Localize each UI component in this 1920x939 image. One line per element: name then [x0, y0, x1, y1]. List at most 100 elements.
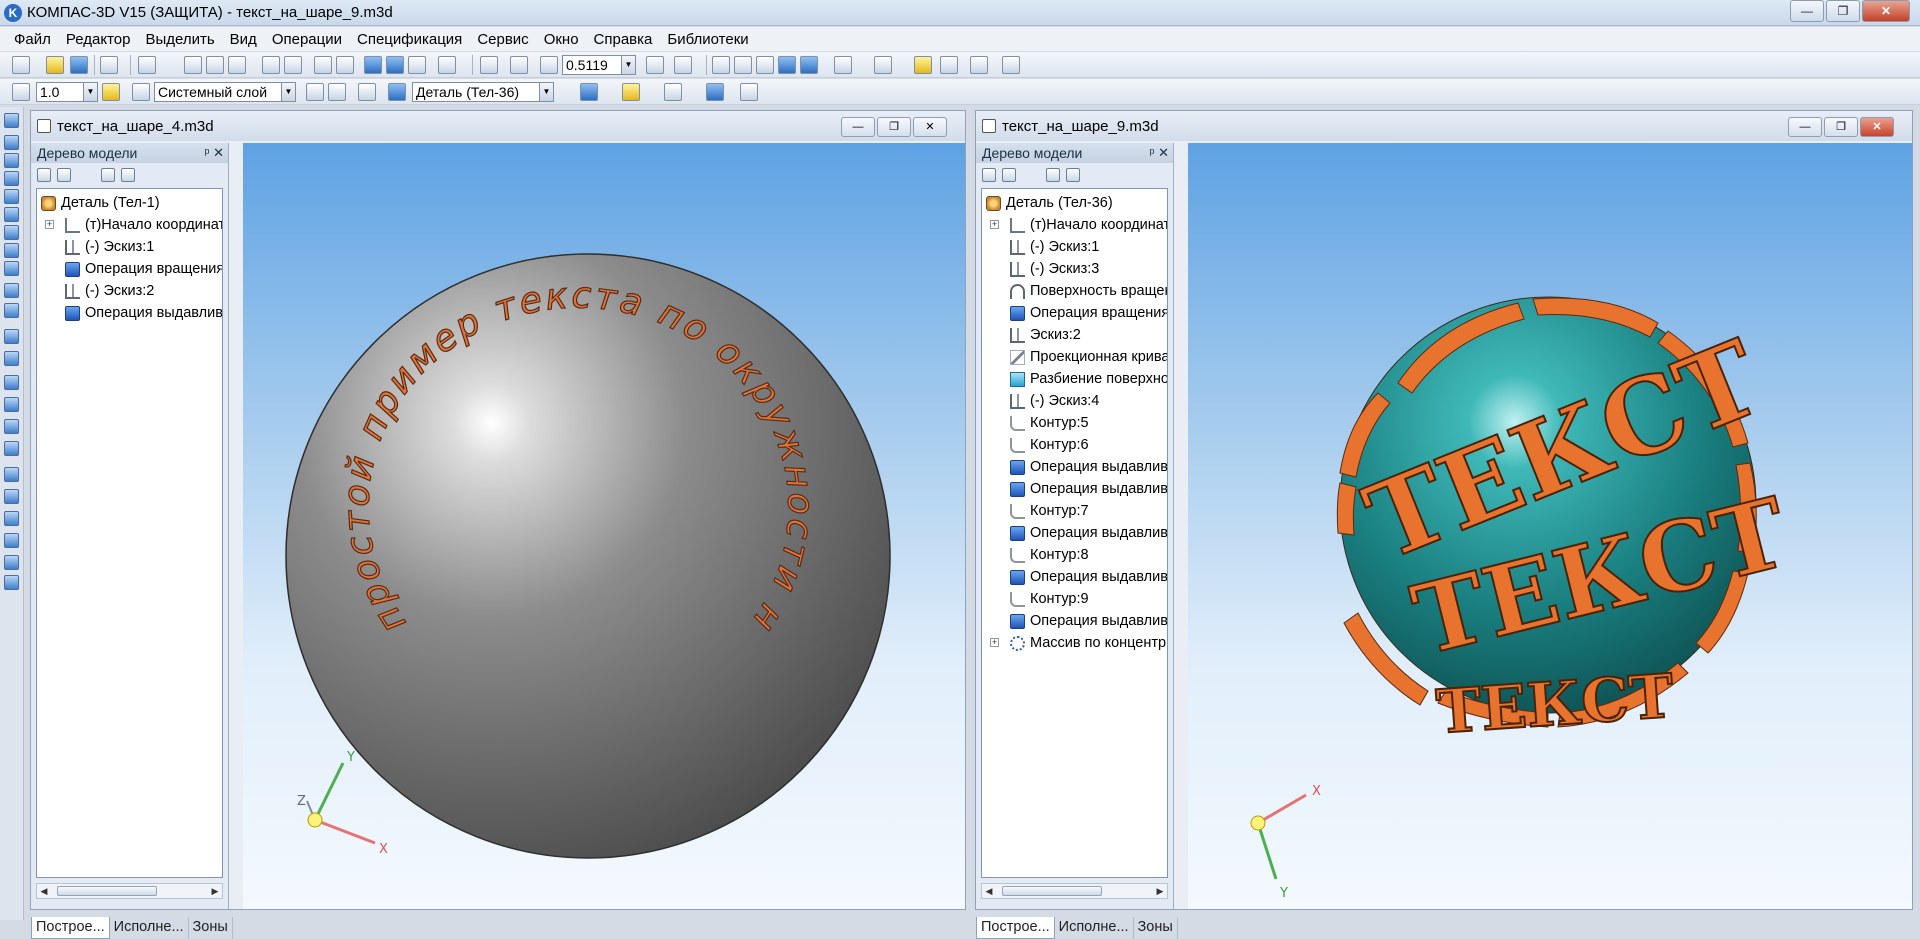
tab-versions[interactable]: Исполне... — [1055, 917, 1134, 939]
menu-help[interactable]: Справка — [594, 31, 653, 48]
layers-icon[interactable] — [132, 83, 150, 101]
snap-icon[interactable] — [102, 83, 120, 101]
arrays-tool-icon[interactable] — [4, 171, 19, 186]
tree-item[interactable]: Операция выдавливания — [982, 610, 1167, 632]
filter-icon[interactable] — [874, 56, 892, 74]
doc-restore-button[interactable]: ❐ — [877, 117, 911, 137]
measure-tool-icon[interactable] — [4, 261, 19, 276]
tree-item[interactable]: (-) Эскиз:1 — [982, 236, 1167, 258]
print-icon[interactable] — [100, 56, 118, 74]
doc-close-button[interactable]: ✕ — [1860, 117, 1894, 137]
tree-item[interactable]: Операция выдавливания — [982, 522, 1167, 544]
tree-item[interactable]: + (т)Начало координат — [37, 214, 222, 236]
tree-item[interactable]: Эскиз:2 — [982, 324, 1167, 346]
tree-item[interactable]: Деталь (Тел-36) — [982, 192, 1167, 214]
tree-item[interactable]: Операция вращения — [982, 302, 1167, 324]
tab-build[interactable]: Построе... — [976, 917, 1055, 939]
hidden-lines-icon[interactable] — [734, 56, 752, 74]
open-file-icon[interactable] — [46, 56, 64, 74]
wireframe-icon[interactable] — [712, 56, 730, 74]
expand-icon[interactable]: + — [990, 638, 999, 647]
step-combo[interactable]: 1.0 ▼ — [36, 82, 98, 102]
tree-view-icon[interactable] — [982, 168, 996, 182]
thin-lines-icon[interactable] — [756, 56, 774, 74]
menu-select[interactable]: Выделить — [145, 31, 214, 48]
sew-tool-icon[interactable] — [4, 511, 19, 526]
scroll-right-icon[interactable]: ▶ — [1153, 884, 1167, 898]
tree-item[interactable]: Контур:5 — [982, 412, 1167, 434]
doc-restore-button[interactable]: ❐ — [1824, 117, 1858, 137]
chevron-down-icon[interactable]: ▼ — [83, 83, 97, 101]
sketch-mode-icon[interactable] — [306, 83, 324, 101]
insert-component-icon[interactable] — [706, 83, 724, 101]
rotate-icon[interactable] — [646, 56, 664, 74]
pin-icon[interactable]: ᵖ — [205, 145, 210, 160]
scrollbar-thumb[interactable] — [57, 886, 157, 896]
scroll-left-icon[interactable]: ◀ — [37, 884, 51, 898]
close-panel-icon[interactable]: ✕ — [213, 145, 224, 160]
scroll-right-icon[interactable]: ▶ — [208, 884, 222, 898]
tree-item[interactable]: (-) Эскиз:2 — [37, 280, 222, 302]
zoom-value-combo[interactable]: 0.5119 ▼ — [562, 55, 636, 75]
tree-item[interactable]: Контур:9 — [982, 588, 1167, 610]
step-icon[interactable] — [12, 83, 30, 101]
plane-icon[interactable] — [664, 83, 682, 101]
tab-versions[interactable]: Исполне... — [110, 917, 189, 939]
copy-icon[interactable] — [206, 56, 224, 74]
expand-icon[interactable]: + — [45, 220, 54, 229]
detail-select-icon[interactable] — [388, 83, 406, 101]
edit-in-place-icon[interactable] — [328, 83, 346, 101]
points-tool-icon[interactable] — [4, 153, 19, 168]
print-preview-icon[interactable] — [138, 56, 156, 74]
angle-tool-icon[interactable] — [4, 207, 19, 222]
detail-combo[interactable]: Деталь (Тел-36) ▼ — [412, 82, 554, 102]
surface-tool-icon[interactable] — [4, 467, 19, 482]
measure-icon[interactable] — [970, 56, 988, 74]
menu-view[interactable]: Вид — [230, 31, 257, 48]
format-painter-icon[interactable] — [262, 56, 280, 74]
save-icon[interactable] — [70, 56, 88, 74]
cut-tool-icon[interactable] — [4, 351, 19, 366]
tree-expand-icon[interactable] — [1046, 168, 1060, 182]
doc-minimize-button[interactable]: — — [1788, 117, 1822, 137]
tree-horizontal-scrollbar[interactable]: ◀ ▶ — [981, 883, 1168, 899]
menu-service[interactable]: Сервис — [477, 31, 528, 48]
tree-item[interactable]: Разбиение поверхности — [982, 368, 1167, 390]
chevron-down-icon[interactable]: ▼ — [539, 83, 553, 101]
curves-tool-icon[interactable] — [4, 135, 19, 150]
mirror-tool-icon[interactable] — [4, 441, 19, 456]
patch-tool-icon[interactable] — [4, 489, 19, 504]
text-style-icon[interactable] — [740, 83, 758, 101]
shaded-edges-icon[interactable] — [800, 56, 818, 74]
library-icon[interactable] — [386, 56, 404, 74]
undo-icon[interactable] — [314, 56, 332, 74]
tree-item[interactable]: Контур:8 — [982, 544, 1167, 566]
expand-icon[interactable]: + — [990, 220, 999, 229]
properties-icon[interactable] — [284, 56, 302, 74]
zoom-fit-icon[interactable] — [510, 56, 528, 74]
menu-editor[interactable]: Редактор — [66, 31, 131, 48]
new-file-icon[interactable] — [12, 56, 30, 74]
redo-icon[interactable] — [336, 56, 354, 74]
viewport-3d-left[interactable]: простой пример текста по окружности на ш… — [243, 143, 965, 909]
tree-item[interactable]: Проекционная кривая — [982, 346, 1167, 368]
tree-item[interactable]: Операция вращения — [37, 258, 222, 280]
cut-icon[interactable] — [184, 56, 202, 74]
extrude-tool-icon[interactable] — [4, 283, 19, 298]
tree-item[interactable]: Операция выдавливания — [982, 478, 1167, 500]
flag-tool-icon[interactable] — [4, 225, 19, 240]
tab-zones[interactable]: Зоны — [189, 917, 233, 939]
revolve-tool-icon[interactable] — [4, 303, 19, 318]
orientation-icon[interactable] — [674, 56, 692, 74]
menu-libraries[interactable]: Библиотеки — [667, 31, 748, 48]
tree-item[interactable]: Контур:6 — [982, 434, 1167, 456]
scrollbar-thumb[interactable] — [1002, 886, 1102, 896]
surface-filter-icon[interactable] — [622, 83, 640, 101]
zoom-icon[interactable] — [540, 56, 558, 74]
help-cursor-icon[interactable] — [438, 56, 456, 74]
shell-tool-icon[interactable] — [4, 397, 19, 412]
scroll-left-icon[interactable]: ◀ — [982, 884, 996, 898]
layer-combo[interactable]: Системный слой ▼ — [154, 82, 296, 102]
doc-tool-icon[interactable] — [4, 243, 19, 258]
tree-item[interactable]: (-) Эскиз:3 — [982, 258, 1167, 280]
